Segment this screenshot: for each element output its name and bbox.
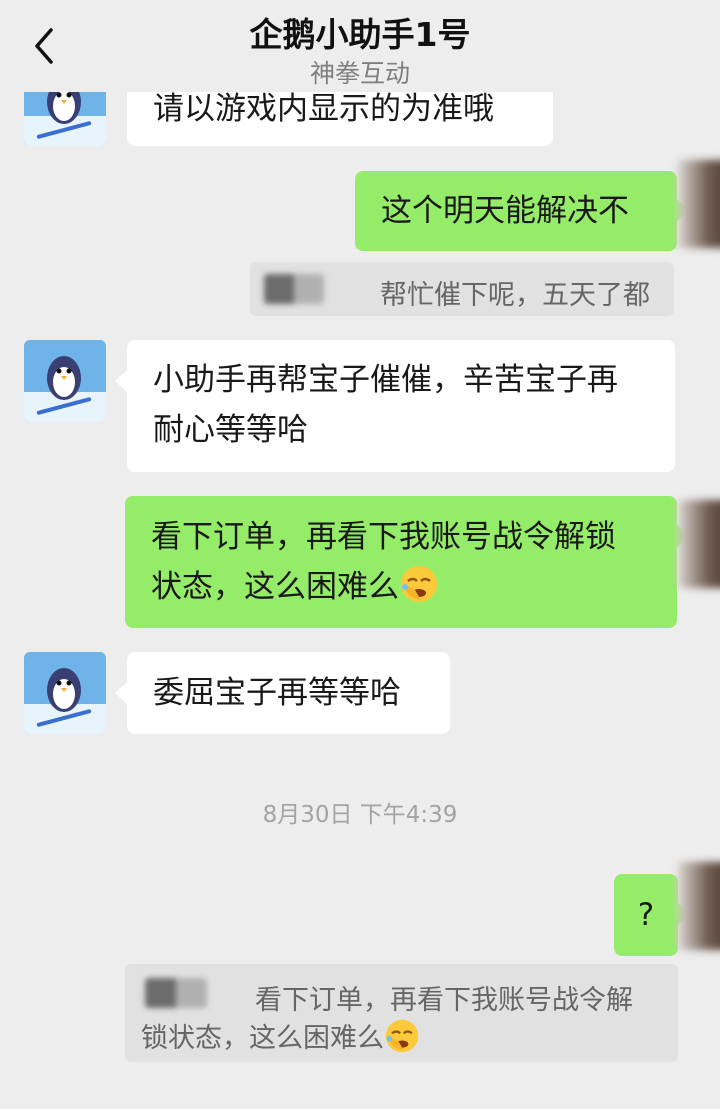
avatar[interactable]	[24, 652, 106, 734]
penguin-skier-avatar-icon	[24, 652, 106, 734]
self-avatar-blurred[interactable]	[678, 862, 720, 950]
self-avatar-blurred[interactable]	[678, 160, 720, 248]
penguin-skier-avatar-icon	[24, 340, 106, 422]
avatar[interactable]	[24, 340, 106, 422]
message-text: ?	[637, 897, 655, 933]
quoted-sender-redacted	[145, 978, 207, 1008]
timestamp: 8月30日 下午4:39	[262, 802, 458, 828]
bubble-tail	[115, 682, 127, 704]
quoted-text-line: 锁状态，这么困难么	[141, 1016, 420, 1055]
message-bubble-incoming[interactable]: 委屈宝子再等等哈	[127, 652, 450, 734]
message-text: 请以游戏内显示的为准哦	[153, 91, 494, 127]
message-text-line: 看下订单，再看下我账号战令解锁	[151, 519, 616, 555]
quoted-message[interactable]: 看下订单，再看下我账号战令解 锁状态，这么困难么	[125, 964, 678, 1062]
facepalm-emoji-icon	[385, 1019, 419, 1053]
message-text-line: 耐心等等哈	[153, 412, 308, 448]
facepalm-emoji-icon	[401, 566, 437, 602]
quoted-sender-redacted	[264, 274, 324, 304]
chat-title[interactable]: 企鹅小助手1号	[0, 8, 720, 56]
chat-subtitle: 神拳互动	[309, 59, 410, 88]
message-bubble-outgoing[interactable]: 看下订单，再看下我账号战令解锁 状态，这么困难么	[125, 496, 677, 628]
message-text: 这个明天能解决不	[381, 193, 629, 229]
bubble-tail	[115, 370, 127, 392]
message-bubble-incoming[interactable]: 小助手再帮宝子催催，辛苦宝子再 耐心等等哈	[127, 340, 675, 472]
message-text: 委屈宝子再等等哈	[153, 675, 401, 711]
message-text-line: 状态，这么困难么	[151, 562, 651, 612]
message-bubble-outgoing[interactable]: 这个明天能解决不	[355, 171, 677, 251]
quoted-text: 帮忙催下呢，五天了都	[380, 280, 650, 311]
message-bubble-outgoing[interactable]: ?	[614, 874, 678, 956]
chat-header: 企鹅小助手1号 神拳互动	[0, 0, 720, 92]
quoted-message[interactable]: 帮忙催下呢，五天了都	[250, 262, 674, 316]
quoted-text-line: 看下订单，再看下我账号战令解	[255, 985, 633, 1016]
message-text-line: 小助手再帮宝子催催，辛苦宝子再	[153, 362, 618, 398]
self-avatar-blurred[interactable]	[678, 500, 720, 588]
